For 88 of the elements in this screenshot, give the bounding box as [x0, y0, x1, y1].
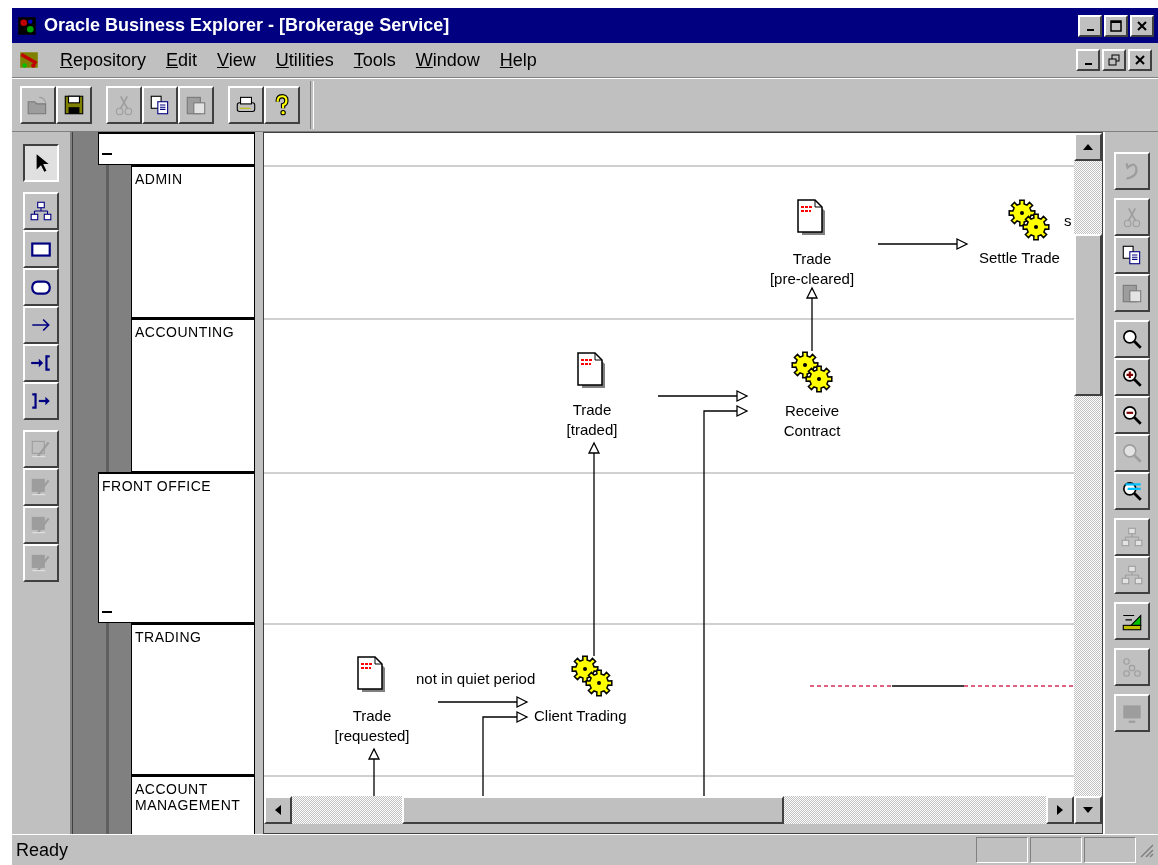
scroll-down-button[interactable] [1074, 796, 1102, 824]
lane-label: ACCOUNTING [134, 323, 236, 340]
lane-box[interactable]: ACCOUNT MANAGEMENT [131, 775, 255, 834]
gears-icon[interactable] [1005, 198, 1053, 242]
minimize-icon [1086, 28, 1094, 31]
menu-item[interactable]: Tools [353, 49, 396, 71]
scroll-left-button[interactable] [264, 796, 292, 824]
minimize-button[interactable] [1076, 49, 1100, 71]
node-label: Settle Trade [979, 248, 1060, 268]
menu-item[interactable]: Edit [166, 49, 198, 71]
scroll-right-button[interactable] [1046, 796, 1074, 824]
left-arrow-icon [274, 804, 282, 816]
close-button[interactable] [1130, 14, 1154, 37]
up-arrow-icon [1082, 143, 1094, 151]
connector-arrow[interactable] [587, 441, 601, 657]
scroll-up-button[interactable] [1074, 133, 1102, 161]
hierarchy-icon [1119, 563, 1144, 587]
save-button[interactable] [56, 86, 92, 124]
copy-button[interactable] [142, 86, 178, 124]
close-icon [1134, 54, 1146, 66]
status-pane [1030, 837, 1082, 863]
node-label: Trade [requested] [334, 706, 410, 746]
lane-label: ADMIN [134, 170, 184, 187]
zoom-in-button[interactable] [1113, 358, 1150, 396]
horizontal-scrollbar[interactable] [264, 796, 1074, 824]
connector-arrow[interactable] [805, 286, 819, 352]
lane-label: ACCOUNT MANAGEMENT [134, 780, 242, 813]
print-button[interactable] [228, 86, 264, 124]
minimize-icon [1084, 63, 1092, 65]
close-icon [1136, 19, 1148, 32]
output-arrow-tool[interactable] [23, 382, 59, 420]
connector-label: not in quiet period [416, 669, 536, 689]
menu-item[interactable]: Repository [60, 49, 147, 71]
node-label: Client Trading [534, 706, 627, 726]
connector-arrow[interactable] [657, 389, 749, 403]
scroll-thumb[interactable] [1074, 234, 1102, 396]
lane-box[interactable]: ADMIN [131, 165, 255, 318]
hierarchy-tool[interactable] [23, 192, 59, 230]
connector-arrow[interactable] [437, 695, 529, 709]
zoom-button[interactable] [1113, 320, 1150, 358]
rounded-rectangle-tool[interactable] [23, 268, 59, 306]
restore-icon [1108, 54, 1120, 66]
copy-button[interactable] [1113, 236, 1150, 274]
restore-button[interactable] [1102, 49, 1126, 71]
connector-arrow[interactable] [877, 237, 969, 251]
right-arrow-icon [1056, 804, 1064, 816]
menu-item[interactable]: View [217, 49, 256, 71]
zoom-out-button[interactable] [1113, 396, 1150, 434]
vertical-scrollbar[interactable] [1074, 133, 1102, 824]
node-label: Trade [traded] [566, 400, 618, 440]
node-label: Trade [pre-cleared] [769, 249, 855, 289]
org-chart-icon [29, 199, 53, 223]
menu-item[interactable]: Utilities [275, 49, 334, 71]
maximize-icon [1110, 19, 1122, 32]
layout-button[interactable] [1113, 602, 1150, 640]
find-button[interactable] [1113, 472, 1150, 510]
menu-item[interactable]: Window [415, 49, 480, 71]
hierarchy-icon [1119, 525, 1144, 549]
close-button[interactable] [1128, 49, 1152, 71]
app-icon [16, 14, 38, 37]
status-pane [1084, 837, 1136, 863]
document-icon [18, 49, 40, 71]
connector-arrow[interactable] [703, 404, 749, 796]
gears-icon[interactable] [788, 350, 836, 394]
node-label: Receive Contract [783, 401, 841, 441]
lane-box[interactable]: ACCOUNTING [131, 318, 255, 472]
down-arrow-icon [1082, 806, 1094, 814]
resize-grip-icon[interactable] [1138, 842, 1154, 858]
window-title: Oracle Business Explorer - [Brokerage Service] [44, 15, 450, 36]
floppy-icon [62, 93, 86, 117]
input-arrow-tool[interactable] [23, 344, 59, 382]
connector-arrow[interactable] [367, 747, 381, 796]
maximize-button[interactable] [1104, 14, 1128, 37]
lane-label: TRADING [134, 628, 203, 645]
connector-arrow[interactable] [482, 710, 529, 796]
rectangle-tool[interactable] [23, 230, 59, 268]
connector-label: s [1064, 211, 1072, 231]
menu-item[interactable]: Help [499, 49, 537, 71]
gears-icon[interactable] [568, 654, 616, 698]
status-pane [976, 837, 1028, 863]
minimize-button[interactable] [1078, 14, 1102, 37]
pointer-tool[interactable] [23, 144, 59, 182]
lane-box[interactable]: TRADING [131, 623, 255, 775]
help-button[interactable] [264, 86, 300, 124]
scroll-thumb[interactable] [402, 796, 784, 824]
arrow-tool[interactable] [23, 306, 59, 344]
lane-label: FRONT OFFICE [101, 477, 213, 494]
status-text: Ready [16, 839, 70, 861]
